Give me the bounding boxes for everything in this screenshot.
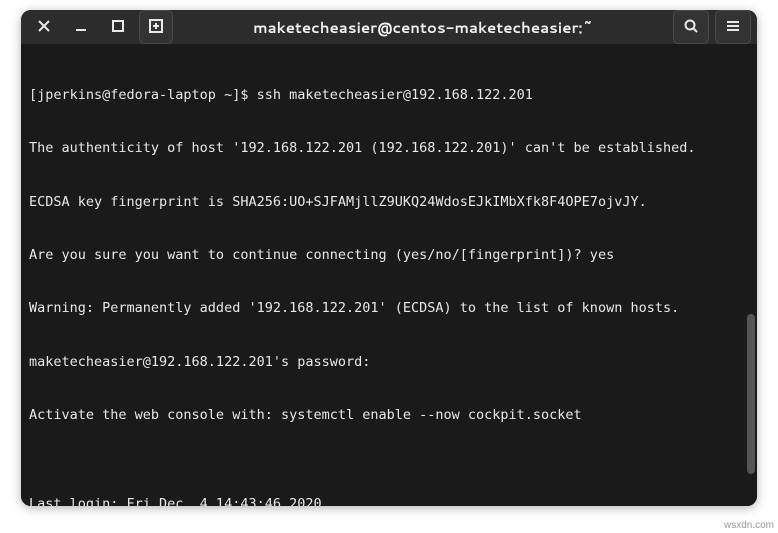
window-title: maketecheasier@centos-maketecheasier:~ [177, 17, 669, 38]
maximize-button[interactable] [101, 10, 135, 44]
terminal-line: maketecheasier@192.168.122.201's passwor… [29, 354, 749, 372]
close-icon [36, 18, 52, 37]
menu-button[interactable] [715, 10, 751, 44]
terminal-line: Activate the web console with: systemctl… [29, 407, 749, 425]
search-button[interactable] [673, 10, 709, 44]
terminal-line: Last login: Fri Dec 4 14:43:46 2020 [29, 496, 749, 506]
scrollbar[interactable] [745, 54, 757, 506]
minimize-button[interactable] [64, 10, 98, 44]
terminal-line: Warning: Permanently added '192.168.122.… [29, 300, 749, 318]
titlebar: maketecheasier@centos-maketecheasier:~ [21, 10, 757, 45]
search-icon [683, 18, 699, 37]
terminal-line: [jperkins@fedora-laptop ~]$ ssh maketech… [29, 87, 749, 105]
scrollbar-thumb[interactable] [747, 314, 755, 474]
new-tab-button[interactable] [139, 10, 173, 44]
terminal-line: Are you sure you want to continue connec… [29, 247, 749, 265]
terminal-line: ECDSA key fingerprint is SHA256:UO+SJFAM… [29, 194, 749, 212]
maximize-icon [110, 18, 126, 37]
terminal-window: maketecheasier@centos-maketecheasier:~ [… [21, 10, 757, 506]
window-controls-right [673, 10, 751, 44]
hamburger-icon [725, 18, 741, 37]
watermark: wsxdn.com [724, 520, 774, 531]
terminal-output[interactable]: [jperkins@fedora-laptop ~]$ ssh maketech… [21, 45, 757, 506]
close-button[interactable] [27, 10, 61, 44]
minimize-icon [73, 18, 89, 37]
terminal-line: The authenticity of host '192.168.122.20… [29, 140, 749, 158]
new-tab-icon [148, 18, 164, 37]
window-controls-left [27, 10, 135, 44]
